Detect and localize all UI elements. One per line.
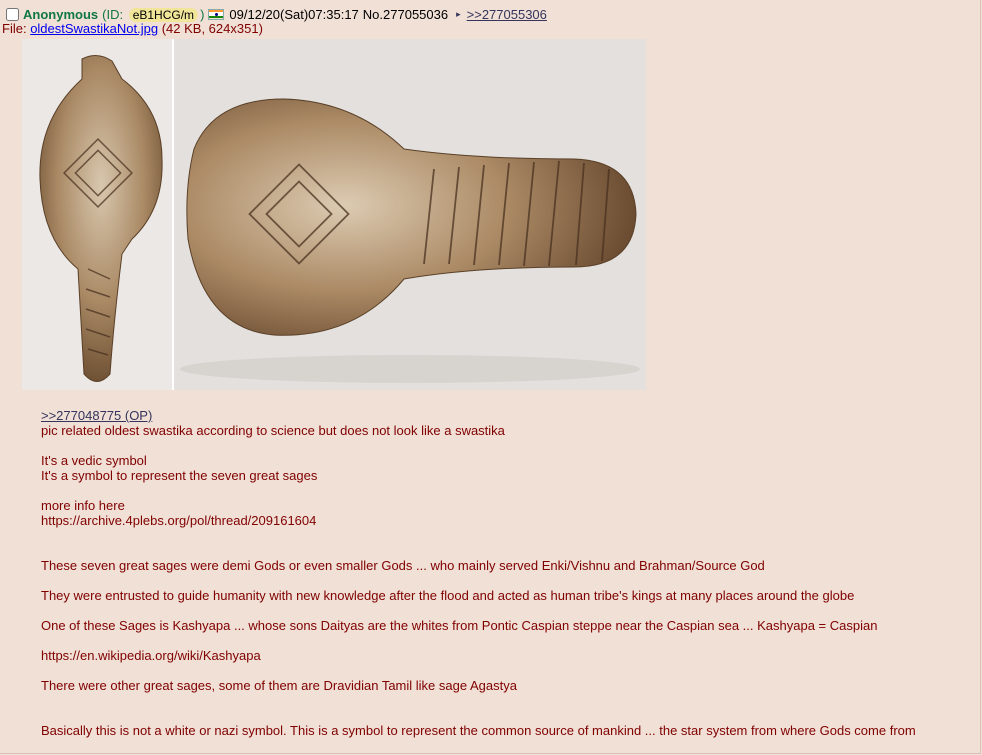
message-line: [41, 573, 961, 588]
india-flag-icon: [208, 8, 225, 20]
artifact-vertical-icon: [39, 55, 163, 382]
message-line: [41, 528, 961, 543]
post-image[interactable]: [22, 39, 646, 390]
message-line[interactable]: https://archive.4plebs.org/pol/thread/20…: [41, 513, 961, 528]
message-line: pic related oldest swastika according to…: [41, 423, 505, 438]
message-line: [41, 663, 961, 678]
op-quote-link[interactable]: >>277048775 (OP): [41, 408, 152, 423]
message-line: Basically this is not a white or nazi sy…: [41, 723, 916, 738]
message-line: [41, 543, 961, 558]
message-line: It's a vedic symbol: [41, 453, 147, 468]
poster-id-badge[interactable]: eB1HCG/m: [128, 7, 199, 22]
file-label: File:: [2, 21, 27, 36]
backlink[interactable]: >>277055306: [467, 7, 547, 22]
post-datetime: 09/12/20(Sat)07:35:17: [229, 6, 359, 22]
file-info: File: oldestSwastikaNot.jpg (42 KB, 624x…: [2, 21, 263, 36]
message-line: [41, 633, 961, 648]
message-line: [41, 693, 961, 708]
message-line: more info here: [41, 498, 125, 513]
poster-name: Anonymous: [23, 6, 99, 22]
message-line: It's a symbol to represent the seven gre…: [41, 468, 318, 483]
poster-id-prefix: (ID:: [102, 6, 124, 22]
message-line: [41, 603, 961, 618]
message-line: [41, 483, 961, 498]
reply-post: Anonymous (ID: eB1HCG/m) 09/12/20(Sat)07…: [0, 0, 981, 754]
poster-id-wrap: (ID: eB1HCG/m): [102, 7, 204, 22]
post-number[interactable]: No.277055036: [363, 7, 448, 22]
image-right-view: [174, 39, 646, 390]
message-line: [41, 708, 961, 723]
post-message: >>277048775 (OP) pic related oldest swas…: [41, 408, 961, 738]
file-name-link[interactable]: oldestSwastikaNot.jpg: [30, 21, 158, 36]
poster-id-suffix: ): [200, 6, 205, 22]
message-lines: pic related oldest swastika according to…: [41, 423, 961, 738]
menu-arrow-icon[interactable]: ▸: [456, 9, 461, 20]
post-select-checkbox[interactable]: [6, 7, 19, 21]
message-line: These seven great sages were demi Gods o…: [41, 558, 765, 573]
message-line: They were entrusted to guide humanity wi…: [41, 588, 855, 603]
message-line: [41, 438, 961, 453]
image-left-view: [22, 39, 172, 390]
message-line: One of these Sages is Kashyapa ... whose…: [41, 618, 878, 633]
artifact-horizontal-icon: [180, 98, 640, 383]
message-line[interactable]: https://en.wikipedia.org/wiki/Kashyapa: [41, 648, 961, 663]
file-meta: (42 KB, 624x351): [161, 21, 263, 36]
message-line: There were other great sages, some of th…: [41, 678, 517, 693]
